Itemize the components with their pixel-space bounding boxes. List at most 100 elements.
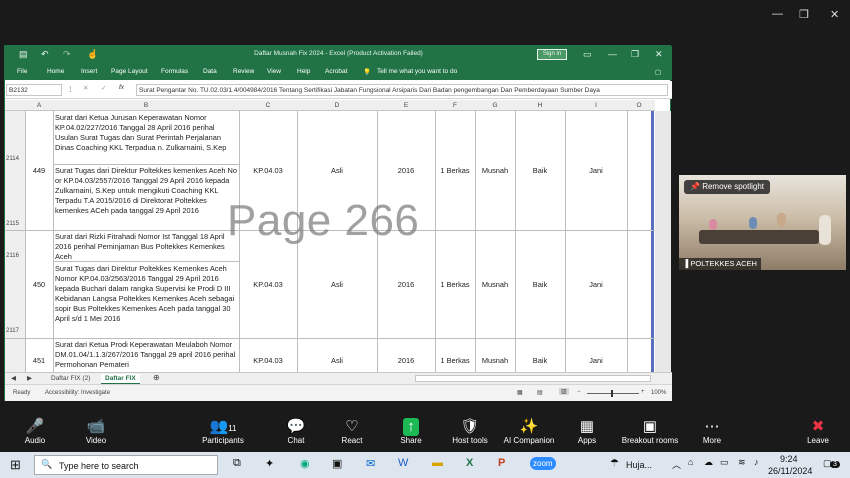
wifi-icon[interactable]: ≋ (738, 457, 746, 468)
cell-condition[interactable]: Baik (515, 166, 565, 176)
tab-review[interactable]: Review (233, 68, 254, 75)
edge-icon[interactable]: ◉ (300, 457, 310, 470)
cell-qty[interactable]: 1 Berkas (435, 280, 475, 290)
sign-in-button[interactable]: Sign in (537, 49, 567, 60)
zoom-slider[interactable] (587, 393, 639, 394)
column-header[interactable]: A (25, 102, 53, 109)
column-header[interactable]: C (239, 102, 297, 109)
column-header[interactable]: B (53, 102, 239, 109)
tab-data[interactable]: Data (203, 68, 217, 75)
cell-month[interactable]: Jani (565, 356, 627, 366)
function-icon[interactable]: fx (119, 84, 124, 91)
cell-description[interactable]: Surat dari Rizki Fitrahadi Nomor Ist Tan… (55, 232, 239, 261)
participants-button[interactable]: 👥11 Participants (193, 418, 253, 445)
close-icon[interactable]: ✕ (830, 8, 839, 21)
chat-button[interactable]: 💬 Chat (266, 418, 326, 445)
tab-acrobat[interactable]: Acrobat (325, 68, 347, 75)
zoom-slider-thumb[interactable] (611, 390, 613, 397)
sheet-nav-left-icon[interactable]: ◀ (11, 374, 16, 382)
zoom-level[interactable]: 100% (651, 390, 666, 396)
store-icon[interactable]: ▣ (332, 457, 342, 470)
task-view-icon[interactable]: ⧉ (233, 457, 241, 470)
add-sheet-icon[interactable]: ⊕ (153, 373, 160, 382)
row-number[interactable]: 2116 (6, 253, 19, 259)
tab-formulas[interactable]: Formulas (161, 68, 188, 75)
column-header[interactable]: F (435, 102, 475, 109)
column-header[interactable]: E (377, 102, 435, 109)
cell-condition[interactable]: Baik (515, 356, 565, 366)
host-tools-button[interactable]: 🛡 Host tools (440, 418, 500, 445)
enter-icon[interactable]: ✓ (101, 84, 106, 92)
audio-button[interactable]: 🎤 Audio (5, 418, 65, 445)
row-number[interactable]: 2114 (6, 156, 19, 162)
zoom-in-icon[interactable]: + (641, 389, 645, 395)
remove-spotlight-button[interactable]: 📌 Remove spotlight (684, 180, 770, 194)
tab-file[interactable]: File (17, 68, 27, 75)
cell-no[interactable]: 451 (27, 356, 51, 366)
column-header[interactable]: H (515, 102, 565, 109)
taskbar-search-box[interactable]: 🔍 Type here to search (34, 455, 218, 475)
breakout-rooms-button[interactable]: ▣ Breakout rooms (618, 418, 682, 445)
cell-code[interactable]: KP.04.03 (239, 356, 297, 366)
column-header[interactable]: I (565, 102, 627, 109)
windows-start-icon[interactable]: ⊞ (10, 457, 21, 473)
column-header[interactable]: O (627, 102, 651, 109)
leave-button[interactable]: ✖ Leave (788, 418, 848, 445)
ribbon-options-icon[interactable]: ▭ (583, 49, 592, 60)
name-box[interactable]: B2132 (6, 84, 62, 96)
cell-code[interactable]: KP.04.03 (239, 280, 297, 290)
network-icon[interactable]: ⌂ (688, 457, 693, 467)
file-explorer-icon[interactable]: ▬ (432, 457, 443, 469)
tab-view[interactable]: View (267, 68, 281, 75)
weather-icon[interactable]: ☂ (610, 458, 619, 469)
cell-ket[interactable]: Musnah (475, 356, 515, 366)
cell-qty[interactable]: 1 Berkas (435, 166, 475, 176)
excel-icon[interactable]: X (466, 457, 473, 469)
cancel-icon[interactable]: ✕ (83, 84, 88, 92)
cell-asli[interactable]: Asli (297, 280, 377, 290)
weather-text[interactable]: Huja... (626, 460, 652, 470)
cell-ket[interactable]: Musnah (475, 166, 515, 176)
cell-description[interactable]: Surat dari Ketua Jurusan Keperawatan Nom… (55, 113, 239, 163)
tab-help[interactable]: Help (297, 68, 310, 75)
tab-home[interactable]: Home (47, 68, 64, 75)
column-header[interactable]: G (475, 102, 515, 109)
tab-insert[interactable]: Insert (81, 68, 97, 75)
cell-asli[interactable]: Asli (297, 166, 377, 176)
tell-me-box[interactable]: Tell me what you want to do (377, 68, 457, 75)
apps-button[interactable]: ▦ Apps (557, 418, 617, 445)
battery-icon[interactable]: ▭ (720, 457, 729, 468)
page-layout-view-icon[interactable]: ▤ (537, 389, 543, 396)
cell-qty[interactable]: 1 Berkas (435, 356, 475, 366)
close-icon[interactable]: ✕ (655, 49, 663, 60)
comments-icon[interactable]: ▢ (655, 68, 661, 76)
cell-code[interactable]: KP.04.03 (239, 166, 297, 176)
minimize-icon[interactable]: — (772, 8, 783, 20)
more-button[interactable]: ⋯ More (682, 418, 742, 445)
formula-input[interactable]: Surat Pengantar No. TU.02.03/1.4/004984/… (136, 84, 668, 96)
share-button[interactable]: ↑ Share (381, 418, 441, 445)
clock-time[interactable]: 9:24 (780, 454, 798, 464)
tray-chevron-icon[interactable]: ︿ (672, 458, 681, 471)
page-break-view-icon[interactable]: ▥ (559, 388, 569, 395)
speaker-icon[interactable]: ♪ (754, 457, 759, 467)
minimize-icon[interactable]: — (608, 49, 617, 59)
row-number[interactable]: 2117 (6, 328, 19, 334)
react-button[interactable]: ♡ React (322, 418, 382, 445)
clock-date[interactable]: 26/11/2024 (768, 466, 812, 476)
cell-condition[interactable]: Baik (515, 280, 565, 290)
zoom-app-icon[interactable]: zoom (530, 457, 556, 470)
cloud-icon[interactable]: ☁ (704, 457, 713, 468)
cell-no[interactable]: 450 (27, 280, 51, 290)
accessibility-status[interactable]: Accessibility: Investigate (45, 390, 110, 396)
normal-view-icon[interactable]: ▦ (517, 389, 523, 396)
row-number[interactable]: 2115 (6, 221, 19, 227)
zoom-out-icon[interactable]: − (577, 389, 581, 395)
cell-year[interactable]: 2016 (377, 356, 435, 366)
word-icon[interactable]: W (398, 457, 408, 469)
mail-icon[interactable]: ✉ (366, 457, 375, 470)
maximize-icon[interactable]: ❐ (799, 8, 809, 21)
powerpoint-icon[interactable]: P (498, 457, 505, 469)
tab-page-layout[interactable]: Page Layout (111, 68, 148, 75)
ai-companion-button[interactable]: ✨ AI Companion (499, 418, 559, 445)
